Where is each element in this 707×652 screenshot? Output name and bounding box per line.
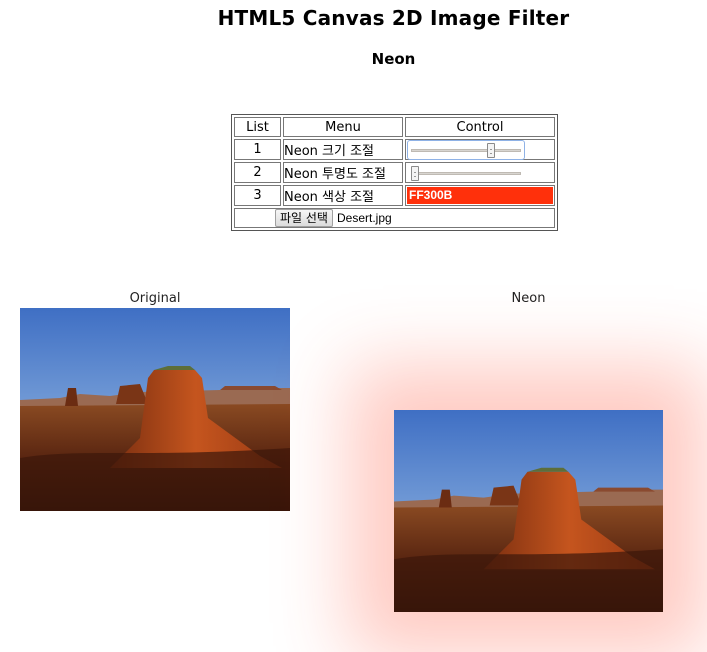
control-table: List Menu Control 1 Neon 크기 조절 2 Neon 투명… (231, 114, 558, 231)
row-menu-label: Neon 투명도 조절 (283, 162, 403, 183)
row-number: 1 (234, 139, 281, 160)
neon-color-input[interactable]: FF300B (407, 187, 553, 204)
row-number: 3 (234, 185, 281, 206)
header-list: List (234, 117, 281, 137)
slider-thumb[interactable] (487, 142, 495, 158)
neon-opacity-slider[interactable] (408, 164, 524, 182)
slider-track (411, 148, 521, 152)
filtered-image-label: Neon (511, 291, 546, 306)
row-menu-label: Neon 색상 조절 (283, 185, 403, 206)
table-row: 3 Neon 색상 조절 FF300B (234, 185, 555, 206)
page-subtitle: Neon (371, 50, 416, 68)
neon-filtered-image (394, 410, 663, 612)
file-row: 파일 선택 Desert.jpg (234, 208, 555, 228)
slider-thumb[interactable] (411, 165, 419, 181)
page-title: HTML5 Canvas 2D Image Filter (217, 6, 570, 30)
header-control: Control (405, 117, 555, 137)
table-header-row: List Menu Control (234, 117, 555, 137)
slider-track (411, 171, 521, 175)
original-image (20, 308, 290, 511)
table-row: 2 Neon 투명도 조절 (234, 162, 555, 183)
row-number: 2 (234, 162, 281, 183)
neon-size-slider[interactable] (407, 139, 525, 160)
table-row: 1 Neon 크기 조절 (234, 139, 555, 160)
row-menu-label: Neon 크기 조절 (283, 139, 403, 160)
file-select-button[interactable]: 파일 선택 (275, 209, 333, 227)
header-menu: Menu (283, 117, 403, 137)
file-name-label: Desert.jpg (336, 211, 392, 225)
original-image-label: Original (129, 291, 181, 306)
